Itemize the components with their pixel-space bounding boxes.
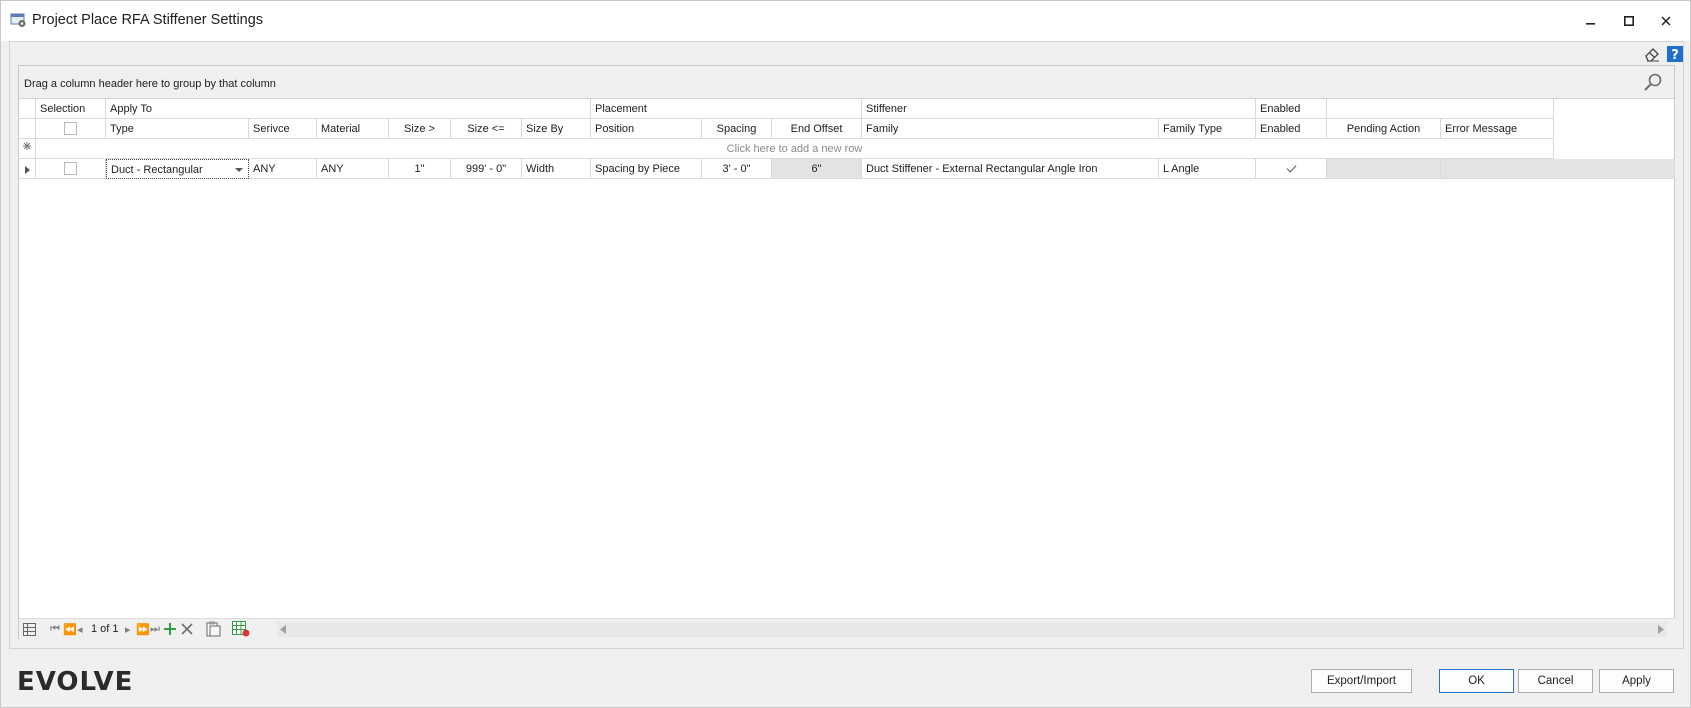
settings-window-icon [10,13,26,27]
header-spacing[interactable]: Spacing [702,119,772,139]
prev-page-icon[interactable]: ⏪ [63,623,77,636]
scroll-right-icon[interactable] [1658,625,1664,634]
eraser-icon[interactable] [1643,45,1661,63]
spacing-cell[interactable]: 3' - 0" [702,159,772,179]
minimize-icon [1586,23,1595,25]
stiffener-settings-grid: Drag a column header here to group by th… [18,65,1675,639]
apply-button[interactable]: Apply [1599,669,1674,693]
next-page-icon[interactable]: ⏩ [136,623,150,636]
select-all-checkbox[interactable] [64,122,77,135]
ok-button[interactable]: OK [1439,669,1514,693]
row-select-checkbox[interactable] [64,162,77,175]
horizontal-scrollbar[interactable] [277,622,1667,637]
header-service[interactable]: Serivce [249,119,317,139]
new-row-icon [23,142,31,150]
search-icon[interactable] [1643,72,1663,92]
maximize-icon [1624,16,1634,26]
size-le-cell[interactable]: 999' - 0" [451,159,522,179]
add-icon[interactable] [164,623,176,635]
header-family-type[interactable]: Family Type [1159,119,1256,139]
type-value: Duct - Rectangular [111,164,203,176]
header-size-gt[interactable]: Size > [389,119,451,139]
end-offset-cell[interactable]: 6" [772,159,862,179]
position-cell[interactable]: Spacing by Piece [591,159,702,179]
minimize-button[interactable] [1576,9,1606,33]
record-count: 1 of 1 [91,623,119,635]
close-button[interactable] [1651,9,1681,33]
new-item-row[interactable]: Click here to add a new row [19,139,1675,159]
export-import-button[interactable]: Export/Import [1311,669,1412,693]
band-stiffener[interactable]: Stiffener [862,99,1256,119]
column-header-row: Type Serivce Material Size > Size <= Siz… [19,119,1675,139]
size-by-cell[interactable]: Width [522,159,591,179]
new-row-prompt[interactable]: Click here to add a new row [36,139,1554,159]
first-icon[interactable]: ⏮ [50,623,60,636]
size-gt-cell[interactable]: 1" [389,159,451,179]
grid-summary-icon[interactable] [23,623,36,636]
service-cell[interactable]: ANY [249,159,317,179]
group-by-prompt: Drag a column header here to group by th… [24,78,276,90]
window-title: Project Place RFA Stiffener Settings [32,12,264,28]
band-selection[interactable]: Selection [36,99,106,119]
grid-export-icon[interactable] [232,621,250,637]
maximize-button[interactable] [1614,9,1644,33]
band-apply-to[interactable]: Apply To [106,99,591,119]
help-icon[interactable]: ? [1666,45,1684,63]
band-status[interactable] [1327,99,1554,119]
new-row-indicator [19,139,36,159]
data-navigator: ⏮ ⏪ ◂ 1 of 1 ▸ ⏩ ⏭ [19,618,1675,639]
scroll-left-icon[interactable] [280,625,286,634]
svg-text:?: ? [1671,48,1679,63]
header-position[interactable]: Position [591,119,702,139]
table-row[interactable]: Duct - Rectangular ANY ANY 1" 999' - 0" … [19,159,1675,179]
header-error-message[interactable]: Error Message [1441,119,1554,139]
row-select-cell[interactable] [36,159,106,179]
row-indicator[interactable] [19,159,36,179]
header-pending-action[interactable]: Pending Action [1327,119,1441,139]
family-type-cell[interactable]: L Angle [1159,159,1256,179]
header-select-all[interactable] [36,119,106,139]
last-icon[interactable]: ⏭ [150,623,160,636]
type-dropdown[interactable]: Duct - Rectangular [106,159,249,179]
error-message-cell [1441,159,1675,179]
title-bar: Project Place RFA Stiffener Settings [1,1,1690,41]
cancel-button[interactable]: Cancel [1518,669,1593,693]
group-by-panel[interactable]: Drag a column header here to group by th… [19,66,1674,99]
header-size-by[interactable]: Size By [522,119,591,139]
header-enabled[interactable]: Enabled [1256,119,1327,139]
pending-action-cell [1327,159,1441,179]
enabled-checkbox[interactable] [1284,162,1298,175]
family-cell[interactable]: Duct Stiffener - External Rectangular An… [862,159,1159,179]
prev-icon[interactable]: ◂ [77,623,83,636]
band-enabled[interactable]: Enabled [1256,99,1327,119]
row-indicator-icon [25,166,30,174]
header-type[interactable]: Type [106,119,249,139]
next-icon[interactable]: ▸ [125,623,131,636]
delete-icon[interactable] [181,623,193,635]
evolve-logo: EVOLVE [17,667,134,697]
band-placement[interactable]: Placement [591,99,862,119]
clipboard-icon[interactable] [206,621,221,637]
band-indicator [19,99,36,119]
header-end-offset[interactable]: End Offset [772,119,862,139]
header-size-le[interactable]: Size <= [451,119,522,139]
band-header-row: Selection Apply To Placement Stiffener E… [19,99,1675,119]
header-indicator [19,119,36,139]
close-icon [1661,16,1671,26]
header-material[interactable]: Material [317,119,389,139]
dialog-window: Project Place RFA Stiffener Settings ? D… [0,0,1691,708]
header-family[interactable]: Family [862,119,1159,139]
material-cell[interactable]: ANY [317,159,389,179]
enabled-cell[interactable] [1256,159,1327,179]
chevron-down-icon[interactable] [235,168,243,172]
